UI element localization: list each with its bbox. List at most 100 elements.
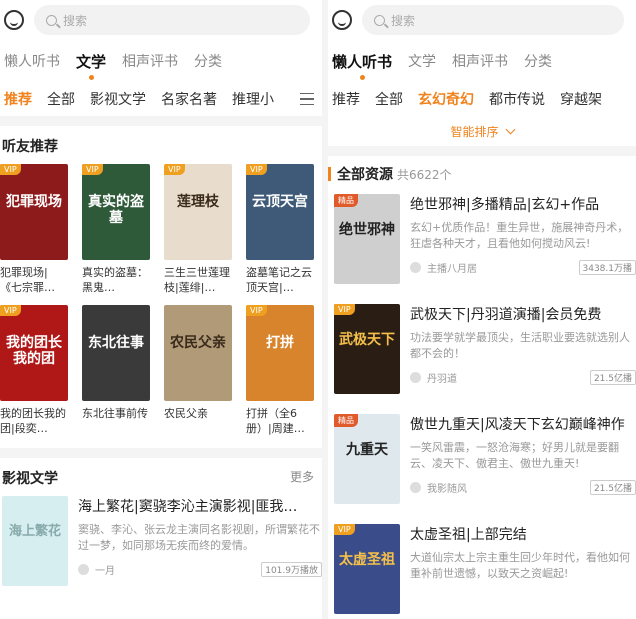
book-card[interactable]: VIP 打拼打拼（全6册）|周建… (246, 305, 314, 436)
vip-badge: VIP (82, 164, 103, 175)
book-card[interactable]: VIP 真实的盗墓真实的盗墓：黑鬼… (82, 164, 150, 295)
tab-lanren[interactable]: 懒人听书 (4, 51, 60, 71)
author-avatar-icon (78, 564, 89, 575)
film-item-title: 海上繁花|窦骁李沁主演影视|匪我… (78, 499, 298, 515)
book-cover: 农民父亲 (164, 305, 232, 401)
top-bar: 搜索 (0, 0, 322, 40)
menu-icon[interactable] (300, 93, 314, 105)
book-card[interactable]: VIP 莲理枝三生三世莲理枝|莲绯|… (164, 164, 232, 295)
cat-mystery[interactable]: 推理小 (232, 89, 274, 109)
accent-bar (328, 167, 331, 181)
sort-label: 智能排序 (450, 124, 499, 139)
resource-title: 武极天下|丹羽道演播|会员免费 (410, 307, 602, 323)
tab-crosstalk[interactable]: 相声评书 (452, 51, 508, 71)
resource-desc: 功法要学就学最顶尖，生活职业要选就选别人都不会的！ (410, 331, 630, 360)
resource-title: 绝世邪神|多播精品|玄幻+作品 (410, 197, 600, 213)
film-item-author: 一月 (95, 566, 115, 577)
film-item[interactable]: 海上繁花 海上繁花|窦骁李沁主演影视|匪我… 窦骁、李沁、张云龙主演同名影视剧，… (0, 496, 322, 586)
search-icon (374, 14, 385, 26)
more-link[interactable]: 更多 (290, 468, 322, 488)
cat-film[interactable]: 影视文学 (90, 89, 146, 109)
cat-all[interactable]: 全部 (375, 89, 403, 109)
vip-badge: VIP (0, 164, 21, 175)
resource-badge: VIP (334, 304, 355, 315)
top-bar: 搜索 (328, 0, 636, 40)
resource-plays: 3438.1万播 (578, 260, 636, 275)
cat-time-travel[interactable]: 穿越架 (560, 89, 602, 109)
cat-all[interactable]: 全部 (47, 89, 75, 109)
cat-classics[interactable]: 名家名著 (161, 89, 217, 109)
search-placeholder: 搜索 (63, 13, 88, 28)
search-input[interactable]: 搜索 (362, 5, 624, 35)
resource-info: 太虚圣祖|上部完结大道仙宗太上宗主重生回少年时代，看他如何重补前世遗憾，以致天之… (410, 524, 636, 614)
book-title: 真实的盗墓：黑鬼… (82, 266, 148, 294)
resource-info: 傲世九重天|风凌天下玄幻巅峰神作 一笑风雷震，一怒沧海寒；好男儿就是要翻云、凌天下… (410, 414, 636, 504)
book-cover-text: 云顶天宫 (252, 194, 308, 210)
book-cover: VIP 莲理枝 (164, 164, 232, 260)
book-cover: VIP 真实的盗墓 (82, 164, 150, 260)
book-title: 三生三世莲理枝|莲绯|… (164, 266, 230, 294)
left-panel: 搜索 懒人听书 文学 相声评书 分类 推荐 全部 影视文学 名家名著 推理小 听… (0, 0, 322, 619)
right-panel: 搜索 懒人听书 文学 相声评书 分类 推荐 全部 玄幻奇幻 都市传说 穿越架 智… (328, 0, 636, 619)
book-cover: VIP 我的团长我的团 (0, 305, 68, 401)
cat-recommend[interactable]: 推荐 (4, 89, 32, 109)
book-title: 东北往事前传 (82, 407, 148, 420)
tab-literature[interactable]: 文学 (408, 51, 436, 71)
film-cover: 海上繁花 (2, 496, 68, 586)
resource-badge: 精品 (334, 194, 358, 207)
resource-list: 精品 绝世邪神 绝世邪神|多播精品|玄幻+作品 玄幻+优质作品！重生异世，施展神奇丹术… (328, 194, 636, 614)
divider (328, 146, 636, 156)
resource-item[interactable]: VIP 武极天下 武极天下|丹羽道演播|会员免费功法要学就学最顶尖，生活职业要选就选… (328, 304, 636, 394)
divider (0, 116, 322, 126)
cat-recommend[interactable]: 推荐 (332, 89, 360, 109)
resource-cover: VIP 武极天下 (334, 304, 400, 394)
book-card[interactable]: 农民父亲 农民父亲 (164, 305, 232, 436)
tab-category[interactable]: 分类 (524, 51, 552, 71)
film-section-title: 影视文学 更多 (0, 458, 322, 496)
book-card[interactable]: VIP 犯罪现场 犯罪现场|《七宗罪… (0, 164, 68, 295)
resources-count: 共6622个 (397, 167, 452, 182)
tab-literature[interactable]: 文学 (76, 51, 106, 80)
book-card[interactable]: VIP 云顶天宫 盗墓笔记之云顶天宫|… (246, 164, 314, 295)
film-info: 海上繁花|窦骁李沁主演影视|匪我… 窦骁、李沁、张云龙主演同名影视剧，所谓繁花不… (78, 496, 322, 586)
resource-item[interactable]: 精品 绝世邪神 绝世邪神|多播精品|玄幻+作品 玄幻+优质作品！重生异世，施展神奇丹术… (328, 194, 636, 284)
top-tabs: 懒人听书 文学 相声评书 分类 (328, 40, 636, 82)
resource-meta: 我影随风 21.5亿播 (410, 480, 636, 495)
resource-cover-text: 九重天 (346, 442, 388, 458)
profile-face-icon[interactable] (332, 10, 352, 30)
tab-lanren[interactable]: 懒人听书 (332, 51, 392, 80)
tab-category[interactable]: 分类 (194, 51, 222, 71)
cat-urban[interactable]: 都市传说 (489, 89, 545, 109)
book-title: 犯罪现场|《七宗罪… (0, 266, 55, 294)
resource-title: 太虚圣祖|上部完结 (410, 527, 527, 543)
cat-fantasy[interactable]: 玄幻奇幻 (418, 89, 474, 109)
friends-title: 听友推荐 (2, 139, 58, 155)
resource-item[interactable]: VIP 太虚圣祖 太虚圣祖|上部完结大道仙宗太上宗主重生回少年时代，看他如何重补前世… (328, 524, 636, 614)
book-card[interactable]: VIP 我的团长我的团 我的团长我的团|段奕… (0, 305, 68, 436)
tab-crosstalk[interactable]: 相声评书 (122, 51, 178, 71)
resource-item[interactable]: 精品 九重天 傲世九重天|风凌天下玄幻巅峰神作 一笑风雷震，一怒沧海寒；好男儿就是要翻… (328, 414, 636, 504)
resource-cover: VIP 太虚圣祖 (334, 524, 400, 614)
smart-sort-dropdown[interactable]: 智能排序 (328, 116, 636, 146)
book-cover-text: 真实的盗墓 (88, 194, 144, 226)
film-item-desc: 窦骁、李沁、张云龙主演同名影视剧，所谓繁花不过一梦，如同那场无疾而终的爱情。 (78, 523, 320, 552)
film-item-plays: 101.9万播放 (261, 562, 322, 577)
profile-face-icon[interactable] (4, 10, 24, 30)
search-placeholder: 搜索 (391, 13, 416, 28)
resource-cover-text: 绝世邪神 (339, 222, 395, 238)
resource-meta: 丹羽道 21.5亿播 (410, 370, 636, 385)
divider (0, 448, 322, 458)
search-icon (46, 14, 57, 26)
resource-title: 傲世九重天|风凌天下玄幻巅峰神作 (410, 417, 625, 433)
book-grid-row-2: VIP 我的团长我的团 我的团长我的团|段奕… 东北往事 东北往事前传 农民父亲 农民父亲 V… (0, 305, 322, 436)
book-title: 打拼（全6册）|周建… (246, 407, 305, 435)
book-cover-text: 农民父亲 (170, 335, 226, 351)
resource-author: 丹羽道 (427, 374, 457, 385)
book-cover: VIP 打拼 (246, 305, 314, 401)
film-title: 影视文学 (2, 471, 58, 487)
search-input[interactable]: 搜索 (34, 5, 310, 35)
book-title: 盗墓笔记之云顶天宫|… (246, 266, 312, 294)
book-card[interactable]: 东北往事 东北往事前传 (82, 305, 150, 436)
resource-desc: 大道仙宗太上宗主重生回少年时代，看他如何重补前世遗憾，以致天之资崛起! (410, 551, 630, 580)
resource-author: 主播八月居 (427, 264, 477, 275)
